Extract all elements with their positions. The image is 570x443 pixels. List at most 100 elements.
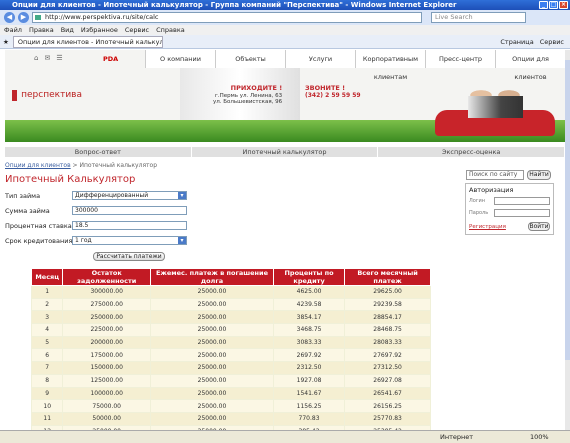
minimize-icon[interactable]: _: [539, 1, 548, 9]
close-icon[interactable]: ×: [559, 1, 568, 9]
top-nav: О компании Объекты недвижимости Услуги К…: [145, 50, 565, 81]
scroll-thumb[interactable]: [565, 60, 570, 360]
rate-row: Процентная ставка 18.5: [5, 221, 187, 230]
browser-tab[interactable]: Опции для клиентов - Ипотечный калькулят…: [12, 35, 163, 48]
table-cell: 27697.92: [344, 348, 431, 363]
vertical-scrollbar[interactable]: [565, 50, 570, 430]
nav-services[interactable]: Услуги: [285, 50, 355, 68]
table-cell: 25000.00: [150, 310, 274, 325]
rate-input[interactable]: 18.5: [72, 221, 187, 230]
table-cell: 25000.00: [150, 411, 274, 426]
breadcrumb: Опции для клиентов > Ипотечный калькулят…: [5, 162, 157, 169]
auth-title: Авторизация: [469, 186, 514, 194]
header-icons: ⌂ ✉ ☰: [34, 54, 63, 62]
loan-type-row: Тип займа Дифференцированный: [5, 191, 187, 200]
table-row: 6 175000.00 25000.00 2697.92 27697.92: [30, 348, 431, 363]
password-label: Пароль: [469, 210, 489, 216]
table-cell: 28468.75: [344, 323, 431, 337]
loan-sum-input[interactable]: 300000: [72, 206, 187, 215]
menu-file[interactable]: Файл: [4, 25, 22, 35]
nav-press[interactable]: Пресс-центр: [425, 50, 495, 68]
site-search-input[interactable]: Поиск по сайту: [466, 170, 524, 180]
forward-icon[interactable]: ▶: [18, 12, 29, 23]
window-title: Опции для клиентов - Ипотечный калькулят…: [12, 1, 457, 9]
nav-realty[interactable]: Объекты недвижимости: [215, 50, 285, 81]
login-input[interactable]: [494, 197, 550, 205]
table-cell: 2312.50: [272, 361, 346, 375]
zoom-level[interactable]: 100%: [530, 431, 570, 443]
menu-favorites[interactable]: Избранное: [81, 25, 118, 35]
col-month: Месяц: [30, 268, 64, 286]
subnav-calculator[interactable]: Ипотечный калькулятор: [192, 147, 379, 157]
menu-edit[interactable]: Правка: [29, 25, 54, 35]
table-cell: 10: [30, 399, 64, 413]
maximize-icon[interactable]: □: [549, 1, 558, 9]
status-bar: Интернет 100%: [0, 430, 570, 443]
page-menu[interactable]: Страница: [500, 38, 533, 46]
loan-sum-row: Сумма займа 300000: [5, 206, 187, 215]
table-cell: 26541.67: [344, 386, 431, 401]
table-row: 1 300000.00 25000.00 4625.00 29625.00: [30, 285, 431, 299]
table-cell: 27312.50: [344, 361, 431, 375]
password-input[interactable]: [494, 209, 550, 217]
register-link[interactable]: Регистрация: [469, 224, 506, 230]
subnav-express[interactable]: Экспресс-оценка: [378, 147, 565, 157]
page-title: Ипотечный Калькулятор: [5, 174, 136, 185]
term-label: Срок кредитования: [5, 237, 73, 245]
tools-menu[interactable]: Сервис: [540, 38, 564, 46]
table-cell: 8: [30, 373, 64, 388]
pda-link[interactable]: PDA: [103, 55, 118, 63]
home-icon[interactable]: ⌂: [34, 54, 38, 62]
table-cell: 5: [30, 335, 64, 350]
breadcrumb-current: > Ипотечный калькулятор: [72, 162, 158, 169]
table-row: 7 150000.00 25000.00 2312.50 27312.50: [30, 361, 431, 375]
live-search-input[interactable]: Live Search: [431, 12, 526, 23]
table-row: 9 100000.00 25000.00 1541.67 26541.67: [30, 386, 431, 401]
site-logo[interactable]: перспектива: [12, 88, 82, 102]
table-cell: 25000.00: [150, 361, 274, 375]
breadcrumb-link[interactable]: Опции для клиентов: [5, 162, 71, 169]
back-icon[interactable]: ◀: [4, 12, 15, 23]
table-cell: 4239.58: [272, 297, 346, 312]
table-cell: 1156.25: [272, 399, 346, 413]
favorites-star-icon[interactable]: ★: [3, 38, 9, 46]
nav-client-options[interactable]: Опции для клиентов: [495, 50, 565, 81]
table-cell: 25000.00: [150, 297, 274, 312]
logo-mark-icon: [12, 89, 18, 101]
table-row: 11 50000.00 25000.00 770.83 25770.83: [30, 411, 431, 426]
table-cell: 3: [30, 310, 64, 325]
table-cell: 2697.92: [272, 348, 346, 363]
table-cell: 1541.67: [272, 386, 346, 401]
window-title-bar: Опции для клиентов - Ипотечный калькулят…: [0, 0, 570, 10]
table-cell: 3083.33: [272, 335, 346, 350]
sitemap-icon[interactable]: ☰: [56, 54, 62, 62]
table-cell: 25000.00: [150, 348, 274, 363]
table-cell: 25770.83: [344, 411, 431, 426]
term-select[interactable]: 1 год: [72, 236, 187, 245]
menu-tools[interactable]: Сервис: [125, 25, 149, 35]
site-header: ⌂ ✉ ☰ PDA О компании Объекты недвижимост…: [5, 50, 565, 142]
loan-type-select[interactable]: Дифференцированный: [72, 191, 187, 200]
menu-view[interactable]: Вид: [61, 25, 74, 35]
table-cell: 300000.00: [62, 285, 151, 299]
mail-icon[interactable]: ✉: [44, 54, 50, 62]
table-cell: 1927.08: [272, 373, 346, 388]
table-cell: 150000.00: [62, 361, 151, 375]
login-button[interactable]: Войти: [528, 222, 550, 231]
table-row: 4 225000.00 25000.00 3468.75 28468.75: [30, 323, 431, 337]
nav-corporate[interactable]: Корпоративным клиентам: [355, 50, 425, 81]
table-cell: 3854.17: [272, 310, 346, 325]
table-cell: 75000.00: [62, 399, 151, 413]
site-search-button[interactable]: Найти: [527, 170, 551, 180]
table-cell: 250000.00: [62, 310, 151, 325]
calculate-button[interactable]: Рассчитать платежи: [93, 252, 165, 261]
loan-type-label: Тип займа: [5, 192, 41, 200]
nav-about[interactable]: О компании: [145, 50, 215, 68]
tab-bar: ★ Опции для клиентов - Ипотечный калькул…: [0, 35, 570, 49]
menu-help[interactable]: Справка: [156, 25, 185, 35]
subnav-faq[interactable]: Вопрос-ответ: [5, 147, 192, 157]
col-interest: Проценты по кредиту: [272, 268, 346, 286]
banner-people: [460, 80, 530, 118]
address-input[interactable]: http://www.perspektiva.ru/site/calc: [32, 12, 422, 23]
table-cell: 25000.00: [150, 285, 274, 299]
